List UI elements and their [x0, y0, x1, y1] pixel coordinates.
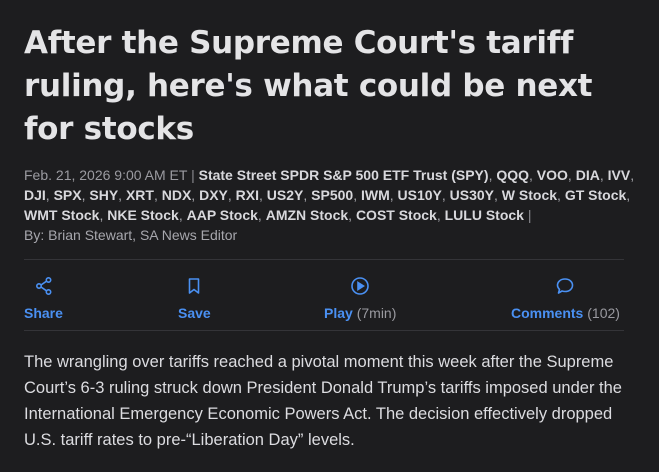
comments-count: (102) [587, 305, 620, 321]
ticker-link[interactable]: NDX [162, 187, 192, 203]
share-button[interactable]: Share [24, 276, 63, 321]
ticker-link[interactable]: IWM [361, 187, 390, 203]
ticker-link[interactable]: AAP Stock [187, 207, 258, 223]
ticker-link[interactable]: DIA [576, 167, 600, 183]
article-container: After the Supreme Court's tariff ruling,… [0, 0, 659, 453]
ticker-link[interactable]: W Stock [502, 187, 557, 203]
article-meta: Feb. 21, 2026 9:00 AM ET | State Street … [24, 165, 635, 245]
divider [24, 330, 624, 331]
ticker-link[interactable]: SPX [54, 187, 82, 203]
share-label: Share [24, 305, 63, 321]
play-icon [350, 276, 370, 301]
ticker-link[interactable]: IVV [608, 167, 631, 183]
ticker-link[interactable]: US30Y [450, 187, 494, 203]
ticker-link[interactable]: VOO [537, 167, 568, 183]
ticker-link[interactable]: WMT Stock [24, 207, 99, 223]
ticker-link[interactable]: AMZN Stock [266, 207, 348, 223]
article-actions: Share Save Play (7min) Comments (102) [24, 260, 624, 330]
ticker-link[interactable]: QQQ [496, 167, 529, 183]
byline: By: Brian Stewart, SA News Editor [24, 227, 238, 243]
ticker-link[interactable]: SP500 [311, 187, 353, 203]
meta-separator: | [527, 207, 532, 223]
meta-separator: | [191, 167, 195, 183]
author-role: SA News Editor [139, 227, 238, 243]
comments-button[interactable]: Comments (102) [511, 276, 620, 321]
ticker-link[interactable]: GT Stock [565, 187, 626, 203]
ticker-link[interactable]: XRT [126, 187, 154, 203]
article-body: The wrangling over tariffs reached a piv… [24, 353, 622, 449]
byline-prefix: By: [24, 227, 45, 243]
ticker-link[interactable]: US2Y [267, 187, 304, 203]
ticker-link[interactable]: NKE Stock [107, 207, 179, 223]
ticker-link[interactable]: RXI [236, 187, 259, 203]
ticker-link[interactable]: US10Y [398, 187, 442, 203]
play-label: Play [324, 305, 353, 321]
ticker-link[interactable]: DXY [199, 187, 228, 203]
save-button[interactable]: Save [178, 276, 211, 321]
bookmark-icon [184, 276, 204, 301]
play-button[interactable]: Play (7min) [324, 276, 396, 321]
ticker-link[interactable]: COST Stock [356, 207, 437, 223]
publish-date: Feb. 21, 2026 9:00 AM ET [24, 167, 188, 183]
ticker-link[interactable]: State Street SPDR S&P 500 ETF Trust (SPY… [199, 167, 489, 183]
author-link[interactable]: Brian Stewart [48, 227, 132, 243]
ticker-link[interactable]: LULU Stock [445, 207, 524, 223]
comments-label: Comments [511, 305, 584, 321]
ticker-link[interactable]: DJI [24, 187, 46, 203]
save-label: Save [178, 305, 211, 321]
comment-icon [555, 276, 575, 301]
share-icon [34, 276, 54, 301]
play-duration: (7min) [356, 305, 397, 321]
ticker-link[interactable]: SHY [89, 187, 118, 203]
article-title: After the Supreme Court's tariff ruling,… [24, 25, 593, 147]
